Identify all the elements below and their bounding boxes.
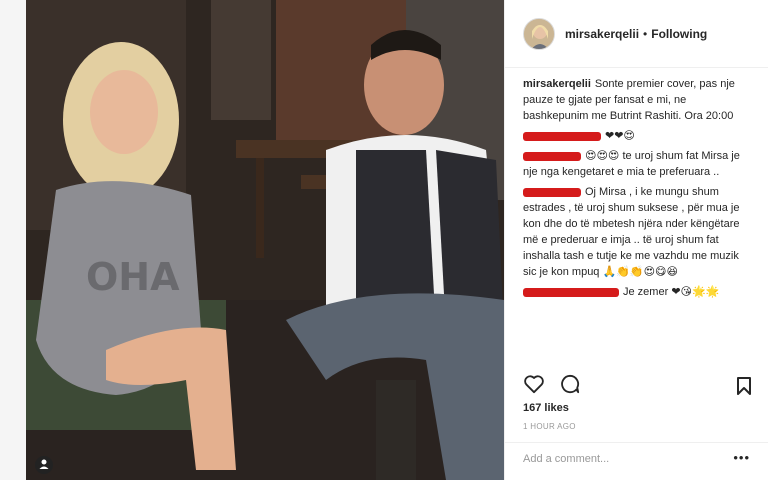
action-bar (523, 374, 581, 399)
avatar[interactable] (523, 17, 555, 50)
redacted-username (523, 131, 601, 141)
list-item: ❤❤😍 (523, 128, 754, 144)
comments-list: mirsakerqelii Sonte premier cover, pas nj… (505, 68, 768, 300)
comment-emoji: ❤❤😍 (605, 129, 635, 142)
more-options-icon[interactable]: ••• (733, 450, 750, 465)
comment-emoji: 😍😍😍 (585, 149, 620, 162)
list-item: Oj Mirsa , i ke mungu shum estrades , të… (523, 184, 754, 280)
list-item: 😍😍😍 te uroj shum fat Mirsa je nje nga ke… (523, 148, 754, 180)
separator-dot: • (643, 26, 648, 41)
page-background (0, 0, 26, 480)
photo-illustration: OHA (26, 0, 504, 480)
list-item: Je zemer ❤😘🌟🌟 (523, 284, 754, 300)
redacted-username (523, 151, 581, 161)
likes-count[interactable]: 167 likes (523, 402, 569, 414)
caption-username[interactable]: mirsakerqelii (523, 78, 591, 90)
caption: mirsakerqelii Sonte premier cover, pas nj… (523, 76, 754, 124)
username-link[interactable]: mirsakerqelii (565, 27, 639, 41)
redacted-username (523, 187, 581, 197)
heart-icon[interactable] (523, 374, 545, 399)
bookmark-icon[interactable] (736, 376, 752, 401)
post-panel: mirsakerqelii • Following mirsakerqelii S… (504, 0, 768, 480)
svg-text:OHA: OHA (86, 255, 180, 299)
post-photo[interactable]: OHA (26, 0, 504, 480)
following-button[interactable]: Following (651, 27, 707, 41)
add-comment-input[interactable]: Add a comment... (523, 453, 609, 465)
comment-icon[interactable] (559, 374, 581, 399)
comment-emoji: 🙏👏👏😍😋😆 (602, 265, 679, 278)
post-timestamp: 1 HOUR AGO (523, 422, 576, 431)
redacted-username (523, 287, 619, 297)
post-header: mirsakerqelii • Following (505, 0, 768, 68)
person-tag-icon (35, 456, 53, 474)
comment-emoji: ❤😘🌟🌟 (671, 285, 720, 298)
comment-text: Je zemer (623, 286, 669, 298)
divider (505, 442, 768, 443)
